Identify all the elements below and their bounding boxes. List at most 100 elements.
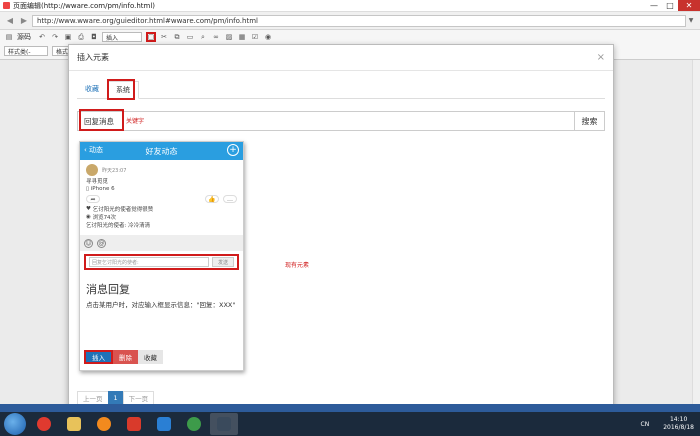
- clock[interactable]: 14:10 2016/8/18: [663, 416, 694, 432]
- taskbar-app-1[interactable]: [30, 413, 58, 435]
- delete-button[interactable]: 删除: [113, 350, 138, 364]
- search-input-highlight: [79, 109, 124, 131]
- wps-icon: [157, 417, 171, 431]
- card-buttons: 插入 删除 收藏: [84, 350, 163, 364]
- emoji-bar: ☺ @: [80, 235, 243, 251]
- comment-icon: …: [223, 195, 237, 203]
- reply-send-button: 发送: [212, 257, 234, 267]
- post-time: 昨天23:07: [102, 167, 127, 174]
- back-link: ‹ 动态: [84, 146, 104, 154]
- page-scrollbar[interactable]: [692, 60, 700, 404]
- like-icon: 👍: [205, 195, 219, 203]
- clock-date: 2016/8/18: [663, 424, 694, 431]
- comment-line: 乞讨阳光的使者: 冷冷清清: [86, 223, 151, 229]
- taskbar-app-6[interactable]: [180, 413, 208, 435]
- likes-line: ♥ 乞讨阳光的使者觉得很赞: [86, 205, 237, 213]
- url-field[interactable]: http://www.wware.org/guieditor.html#wwar…: [32, 14, 686, 27]
- favorite-button[interactable]: 收藏: [138, 350, 163, 364]
- chrome-icon: [187, 417, 201, 431]
- thumb-icon: ♥: [86, 206, 93, 212]
- window-title: 页面编辑(http://wware.com/pm/info.html): [13, 1, 156, 10]
- maximize-button[interactable]: □: [662, 0, 678, 11]
- window-titlebar: 页面编辑(http://wware.com/pm/info.html) — □ …: [0, 0, 700, 12]
- search-row: 回复消息 搜索: [77, 111, 605, 131]
- prev-page-button[interactable]: 上一页: [77, 391, 109, 405]
- minimize-button[interactable]: —: [646, 0, 662, 11]
- back-button[interactable]: ◀: [4, 15, 16, 27]
- search-button[interactable]: 搜索: [574, 112, 604, 130]
- taskbar-app-2[interactable]: [60, 413, 88, 435]
- system-tab-highlight: [107, 79, 135, 100]
- redo-icon[interactable]: ↷: [50, 32, 60, 42]
- keyword-annotation: 关键字: [126, 118, 145, 125]
- save-icon[interactable]: ▣: [63, 32, 73, 42]
- print-icon[interactable]: ⎙: [76, 32, 86, 42]
- firefox-icon: [97, 417, 111, 431]
- views-line: ◉ 浏览74次: [86, 213, 237, 221]
- element-name: 消息回复: [86, 283, 130, 296]
- page-footer-band: [0, 404, 700, 412]
- phone-header: ‹ 动态 好友动态 +: [80, 142, 243, 160]
- editor-app-icon: [217, 417, 231, 431]
- page-number-button[interactable]: 1: [107, 391, 124, 405]
- link-icon[interactable]: ∞: [211, 32, 221, 42]
- insert-button[interactable]: 插入: [84, 350, 113, 364]
- dialog-tabs: 收藏 系统: [77, 79, 605, 99]
- post-top: 昨天23:07: [86, 163, 237, 177]
- views-text: 浏览74次: [92, 215, 117, 221]
- insert-element-icon[interactable]: ▢: [146, 32, 156, 42]
- insert-select[interactable]: 插入: [102, 32, 142, 42]
- weibo-icon: [127, 417, 141, 431]
- taskbar-app-3[interactable]: [90, 413, 118, 435]
- share-icon: ➦: [86, 195, 100, 203]
- app-icon: [3, 2, 10, 9]
- copy-icon[interactable]: ⧉: [172, 32, 182, 42]
- tab-favorites[interactable]: 收藏: [77, 80, 107, 98]
- element-description: 点击某用户时，对应输入框显示信息："回复：XXX": [86, 301, 236, 309]
- checkbox-icon[interactable]: ☑: [250, 32, 260, 42]
- close-window-button[interactable]: ✕: [678, 0, 700, 11]
- taskbar-app-7[interactable]: [210, 413, 238, 435]
- avatar: [86, 164, 98, 176]
- dialog-close-icon[interactable]: ×: [597, 52, 605, 63]
- image-icon[interactable]: ▨: [224, 32, 234, 42]
- source-icon[interactable]: ▤: [4, 32, 14, 42]
- post-device: ▯ iPhone 6: [86, 185, 237, 193]
- folder-icon: [67, 417, 81, 431]
- emoji-icon: ☺: [84, 238, 93, 248]
- paste-icon[interactable]: ▭: [185, 32, 195, 42]
- url-dropdown-icon[interactable]: ▼: [686, 15, 696, 27]
- post: 昨天23:07 寻寻觅觅 ▯ iPhone 6 ➦ 👍 … ♥ 乞讨阳光的使者觉…: [80, 160, 243, 232]
- phone-title: 好友动态: [145, 146, 178, 156]
- ime-indicator[interactable]: CN: [641, 421, 650, 428]
- radio-icon[interactable]: ◉: [263, 32, 273, 42]
- window-controls: — □ ✕: [646, 0, 700, 11]
- clock-time: 14:10: [669, 416, 688, 424]
- pagination: 上一页 1 下一页: [77, 391, 155, 405]
- post-text: 寻寻觅觅: [86, 179, 109, 185]
- forward-button[interactable]: ▶: [18, 15, 30, 27]
- search-input[interactable]: 回复消息: [78, 112, 574, 130]
- add-circle-icon: +: [227, 144, 239, 156]
- taskbar-app-5[interactable]: [150, 413, 178, 435]
- at-icon: @: [97, 238, 106, 248]
- start-button[interactable]: [4, 413, 26, 435]
- taskbar-app-4[interactable]: [120, 413, 148, 435]
- element-card: ‹ 动态 好友动态 + 昨天23:07 寻寻觅觅 ▯ iPhone 6 ➦ 👍 …: [79, 141, 244, 371]
- toolbar-row-1: ▤ 源码 ↶ ↷ ▣ ⎙ ◘ 插入 ▢ ✂ ⧉ ▭ ⌕ ∞ ▨ ▦ ☑ ◉: [0, 30, 700, 44]
- style-class-select[interactable]: 样式类(-: [4, 46, 48, 56]
- undo-icon[interactable]: ↶: [37, 32, 47, 42]
- lock-icon[interactable]: ◘: [89, 32, 99, 42]
- post-device-label: iPhone 6: [90, 186, 115, 192]
- find-icon[interactable]: ⌕: [198, 32, 208, 42]
- source-button[interactable]: 源码: [17, 32, 31, 42]
- back-label: 动态: [89, 146, 104, 154]
- next-page-button[interactable]: 下一页: [122, 391, 155, 405]
- existing-element-annotation: 现有元素: [285, 262, 310, 269]
- cut-icon[interactable]: ✂: [159, 32, 169, 42]
- reply-input: 回复乞讨阳光的使者:: [89, 257, 209, 267]
- table-icon[interactable]: ▦: [237, 32, 247, 42]
- dialog-title: 插入元素: [69, 45, 613, 71]
- system-tray: CN 14:10 2016/8/18: [641, 414, 694, 434]
- likes-text: 乞讨阳光的使者觉得很赞: [92, 207, 154, 213]
